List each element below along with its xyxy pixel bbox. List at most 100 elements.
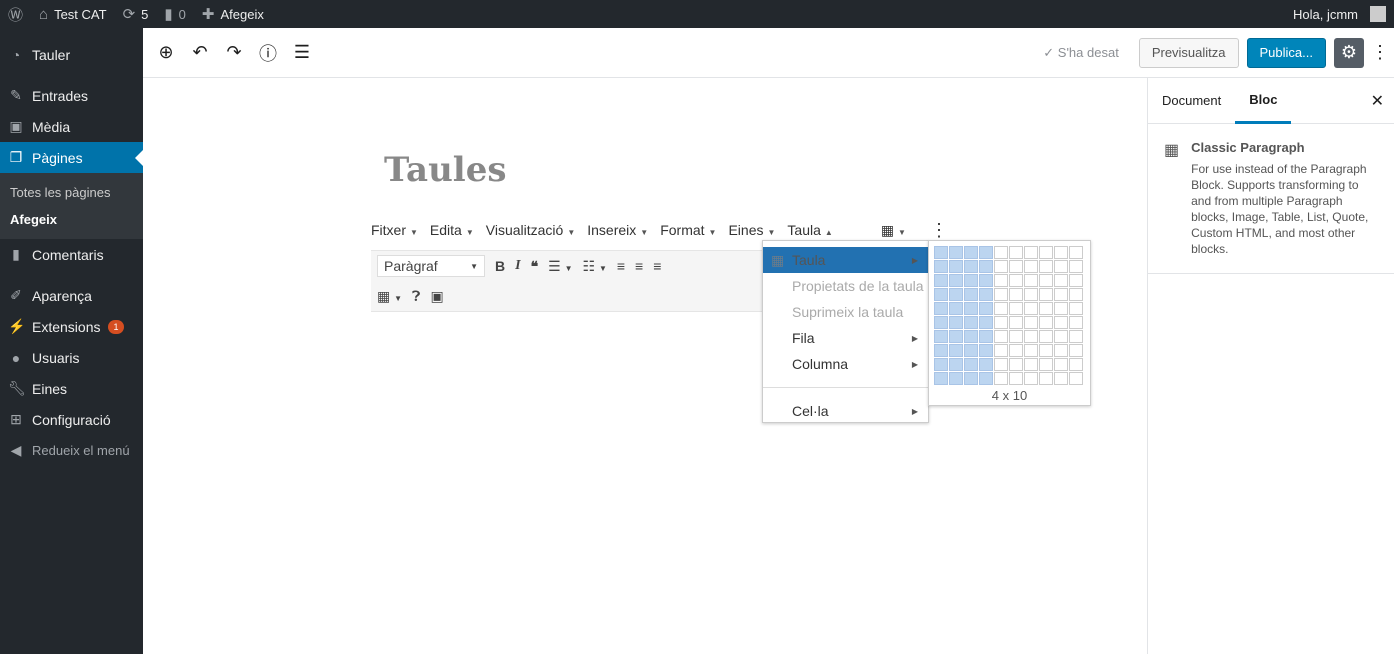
grid-cell[interactable] <box>964 288 978 301</box>
bullet-list-button[interactable]: ☰ ▼ <box>548 258 572 275</box>
grid-cell[interactable] <box>964 330 978 343</box>
grid-cell[interactable] <box>994 344 1008 357</box>
grid-cell[interactable] <box>979 358 993 371</box>
grid-cell[interactable] <box>1009 260 1023 273</box>
block-more-button[interactable]: ⋮ <box>930 220 948 241</box>
more-options-button[interactable]: ⋮ <box>1371 36 1389 70</box>
grid-cell[interactable] <box>1069 246 1083 259</box>
grid-cell[interactable] <box>979 246 993 259</box>
sidebar-item-eines[interactable]: 🔧︎ Eines <box>0 373 143 404</box>
grid-cell[interactable] <box>994 372 1008 385</box>
tab-block[interactable]: Bloc <box>1235 78 1292 124</box>
info-button[interactable]: ⓘ <box>251 36 285 70</box>
grid-cell[interactable] <box>1024 288 1038 301</box>
account-menu[interactable]: Hola, jcmm <box>1285 0 1394 28</box>
grid-cell[interactable] <box>1009 274 1023 287</box>
sidebar-item-tauler[interactable]: ◔ Tauler <box>0 39 143 70</box>
block-type-button[interactable]: ▦ ▼ <box>881 222 906 239</box>
grid-cell[interactable] <box>949 372 963 385</box>
outline-button[interactable]: ☰ <box>285 36 319 70</box>
grid-cell[interactable] <box>964 246 978 259</box>
grid-cell[interactable] <box>979 302 993 315</box>
blockquote-button[interactable]: ❝ <box>531 258 539 275</box>
menu-taula[interactable]: Taula ▲ <box>787 222 832 238</box>
menu-eines[interactable]: Eines ▼ <box>728 222 775 238</box>
submenu-all-pages[interactable]: Totes les pàgines <box>0 179 143 206</box>
grid-cell[interactable] <box>1024 260 1038 273</box>
grid-cell[interactable] <box>979 330 993 343</box>
new-content-link[interactable]: ✚ Afegeix <box>194 0 272 28</box>
grid-cell[interactable] <box>979 288 993 301</box>
grid-cell[interactable] <box>994 302 1008 315</box>
grid-cell[interactable] <box>1069 302 1083 315</box>
grid-cell[interactable] <box>1054 246 1068 259</box>
menu-visualitzacio[interactable]: Visualització ▼ <box>486 222 575 238</box>
grid-cell[interactable] <box>934 372 948 385</box>
grid-cell[interactable] <box>1009 302 1023 315</box>
grid-cell[interactable] <box>934 358 948 371</box>
wordpress-logo[interactable]: Ⓦ <box>0 0 31 28</box>
menu-item-column[interactable]: Columna ▶ <box>763 351 928 377</box>
grid-cell[interactable] <box>949 330 963 343</box>
grid-cell[interactable] <box>934 274 948 287</box>
grid-cell[interactable] <box>949 316 963 329</box>
grid-cell[interactable] <box>1069 358 1083 371</box>
grid-cell[interactable] <box>1054 302 1068 315</box>
grid-cell[interactable] <box>1009 330 1023 343</box>
grid-cell[interactable] <box>964 372 978 385</box>
grid-cell[interactable] <box>994 288 1008 301</box>
grid-cell[interactable] <box>1054 260 1068 273</box>
sidebar-item-usuaris[interactable]: ● Usuaris <box>0 342 143 373</box>
grid-cell[interactable] <box>964 302 978 315</box>
grid-cell[interactable] <box>1039 372 1053 385</box>
grid-cell[interactable] <box>934 288 948 301</box>
grid-cell[interactable] <box>1069 330 1083 343</box>
close-panel-button[interactable]: ✕ <box>1371 91 1394 111</box>
grid-cell[interactable] <box>994 274 1008 287</box>
grid-cell[interactable] <box>934 260 948 273</box>
publish-button[interactable]: Publica... <box>1246 37 1326 68</box>
menu-format[interactable]: Format ▼ <box>660 222 716 238</box>
grid-cell[interactable] <box>979 344 993 357</box>
grid-cell[interactable] <box>1054 344 1068 357</box>
comments-link[interactable]: ▮ 0 <box>156 0 194 28</box>
menu-item-taula[interactable]: ▦ Taula ▶ <box>763 247 928 273</box>
menu-item-table-properties[interactable]: Propietats de la taula <box>763 273 928 299</box>
sidebar-item-comentaris[interactable]: ▮ Comentaris <box>0 239 143 270</box>
grid-cell[interactable] <box>934 344 948 357</box>
sidebar-item-entrades[interactable]: ✎ Entrades <box>0 80 143 111</box>
grid-cell[interactable] <box>1024 302 1038 315</box>
grid-cell[interactable] <box>1039 260 1053 273</box>
grid-cell[interactable] <box>949 358 963 371</box>
grid-cell[interactable] <box>979 274 993 287</box>
grid-cell[interactable] <box>1009 316 1023 329</box>
grid-cell[interactable] <box>1039 330 1053 343</box>
grid-cell[interactable] <box>1024 274 1038 287</box>
grid-cell[interactable] <box>934 330 948 343</box>
sidebar-item-aparenca[interactable]: ✐ Aparença <box>0 280 143 311</box>
grid-cell[interactable] <box>1009 246 1023 259</box>
collapse-menu-button[interactable]: ◀ Redueix el menú <box>0 435 143 466</box>
grid-cell[interactable] <box>1024 358 1038 371</box>
grid-cell[interactable] <box>994 358 1008 371</box>
menu-item-row[interactable]: Fila ▶ <box>763 325 928 351</box>
grid-cell[interactable] <box>1024 372 1038 385</box>
grid-cell[interactable] <box>934 316 948 329</box>
grid-cell[interactable] <box>1024 246 1038 259</box>
grid-cell[interactable] <box>979 372 993 385</box>
add-block-button[interactable]: ⊕ <box>149 36 183 70</box>
grid-cell[interactable] <box>1039 288 1053 301</box>
updates-link[interactable]: ⟳ 5 <box>115 0 157 28</box>
grid-cell[interactable] <box>1054 316 1068 329</box>
grid-cell[interactable] <box>1009 372 1023 385</box>
grid-cell[interactable] <box>949 302 963 315</box>
grid-cell[interactable] <box>949 246 963 259</box>
format-select[interactable]: Paràgraf ▼ <box>377 255 485 277</box>
settings-button[interactable]: ⚙ <box>1334 37 1364 68</box>
grid-cell[interactable] <box>1069 372 1083 385</box>
sidebar-item-configuracio[interactable]: ⊞ Configuració <box>0 404 143 435</box>
menu-insereix[interactable]: Insereix ▼ <box>587 222 648 238</box>
preview-button[interactable]: Previsualitza <box>1138 37 1239 68</box>
menu-fitxer[interactable]: Fitxer ▼ <box>371 222 418 238</box>
grid-cell[interactable] <box>1069 274 1083 287</box>
